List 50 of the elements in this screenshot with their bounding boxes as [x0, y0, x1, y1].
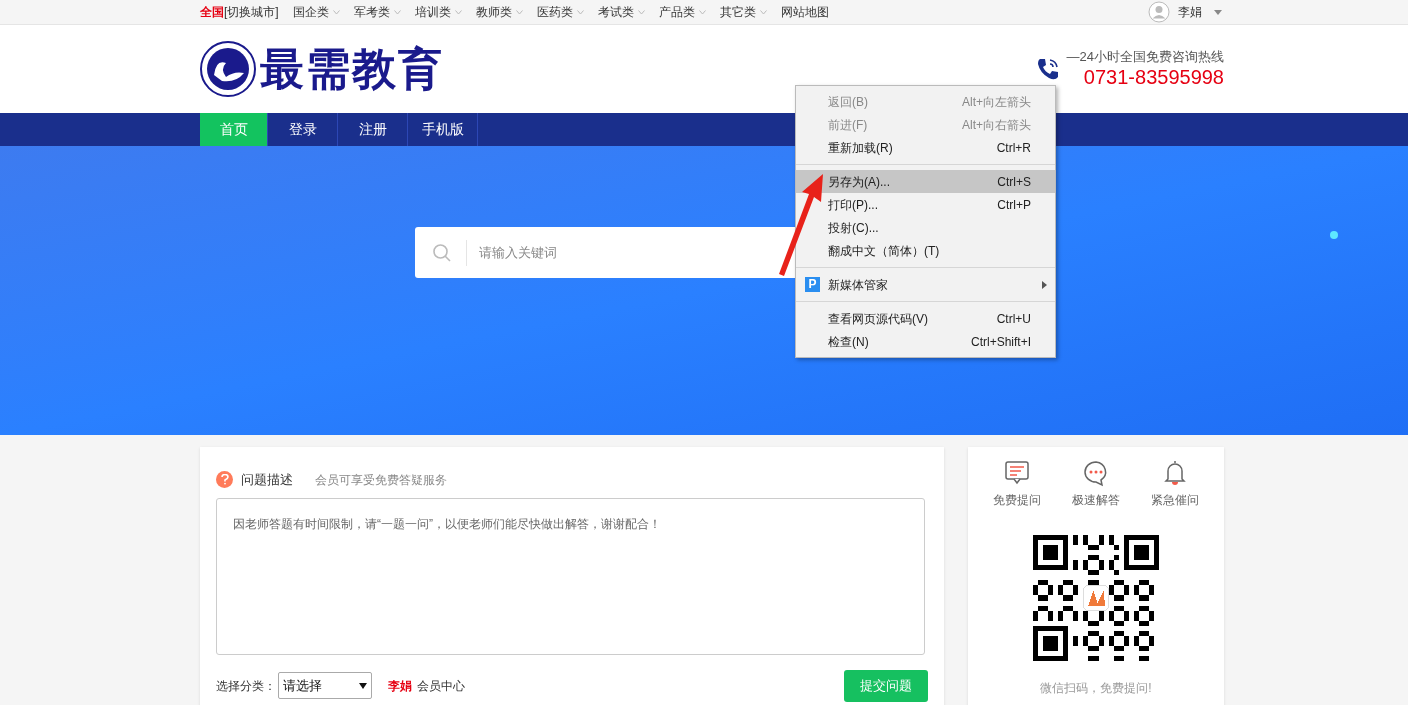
member-name: 李娟 [388, 677, 412, 695]
logo-text: 最需教育 [260, 47, 444, 91]
member-center-link[interactable]: 会员中心 [417, 676, 465, 695]
feature-label: 极速解答 [1072, 492, 1120, 509]
menu-item[interactable]: P 新媒体管家 [796, 273, 1055, 296]
chevron-down-icon[interactable] [332, 9, 340, 15]
glow-dot-icon [1330, 231, 1338, 239]
top-menu-item[interactable]: 教师类 [475, 3, 512, 21]
submenu-arrow-icon [1042, 280, 1047, 289]
feature-label: 紧急催问 [1150, 492, 1199, 509]
search-icon [432, 242, 452, 263]
question-title: 问题描述 [241, 471, 293, 489]
top-menu-item[interactable]: 其它类 [719, 3, 756, 21]
menu-item[interactable]: 投射(C)... [796, 216, 1055, 239]
question-input[interactable]: 因老师答题有时间限制，请“一题一问”，以便老师们能尽快做出解答，谢谢配合！ [216, 497, 925, 655]
chevron-down-icon[interactable] [637, 9, 645, 15]
chevron-down-icon[interactable] [576, 9, 584, 15]
chevron-down-icon[interactable] [454, 9, 462, 15]
top-menu-item[interactable]: 国企类 [292, 3, 329, 21]
menu-item[interactable]: 检查(N) Ctrl+Shift+I [796, 330, 1055, 353]
caret-icon[interactable] [359, 682, 367, 689]
top-menu-item[interactable]: 军考类 [353, 3, 390, 21]
help-icon [216, 471, 233, 489]
hotline-label: —24小时全国免费咨询热线 [1066, 49, 1224, 65]
menu-item[interactable]: 另存为(A)... Ctrl+S [796, 170, 1055, 193]
logo-emblem-icon [200, 41, 256, 97]
top-menu-item[interactable]: 培训类 [414, 3, 451, 21]
app-icon: P [805, 277, 820, 292]
top-menu-item[interactable]: 产品类 [658, 3, 695, 21]
city-name[interactable]: 全国 [200, 3, 224, 21]
top-menu-item[interactable]: 医药类 [536, 3, 573, 21]
question-subtitle: 会员可享受免费答疑服务 [315, 471, 447, 489]
top-menu-item[interactable]: 考试类 [597, 3, 634, 21]
menu-item[interactable]: 查看网页源代码(V) Ctrl+U [796, 307, 1055, 330]
feature-label: 免费提问 [993, 492, 1042, 509]
category-select[interactable]: 请选择 [278, 672, 372, 699]
top-menu-item[interactable]: 网站地图 [780, 3, 829, 21]
hotline-number: 0731-83595998 [1083, 65, 1224, 89]
menu-item[interactable]: 翻成中文（简体）(T) [796, 239, 1055, 262]
chat-bubble-icon[interactable] [1003, 459, 1032, 487]
chevron-down-icon[interactable] [515, 9, 523, 15]
menu-item[interactable]: 重新加载(R) Ctrl+R [796, 136, 1055, 159]
qr-caption: 微信扫码，免费提问! [1040, 680, 1152, 697]
switch-city-link[interactable]: [切换城市] [224, 3, 279, 21]
menu-item[interactable]: 打印(P)... Ctrl+P [796, 193, 1055, 216]
chevron-down-icon[interactable] [759, 9, 767, 15]
user-name[interactable]: 李娟 [1178, 3, 1202, 21]
category-label: 选择分类： [216, 677, 276, 695]
chevron-down-icon[interactable] [698, 9, 706, 15]
chevron-down-icon[interactable] [393, 9, 401, 15]
